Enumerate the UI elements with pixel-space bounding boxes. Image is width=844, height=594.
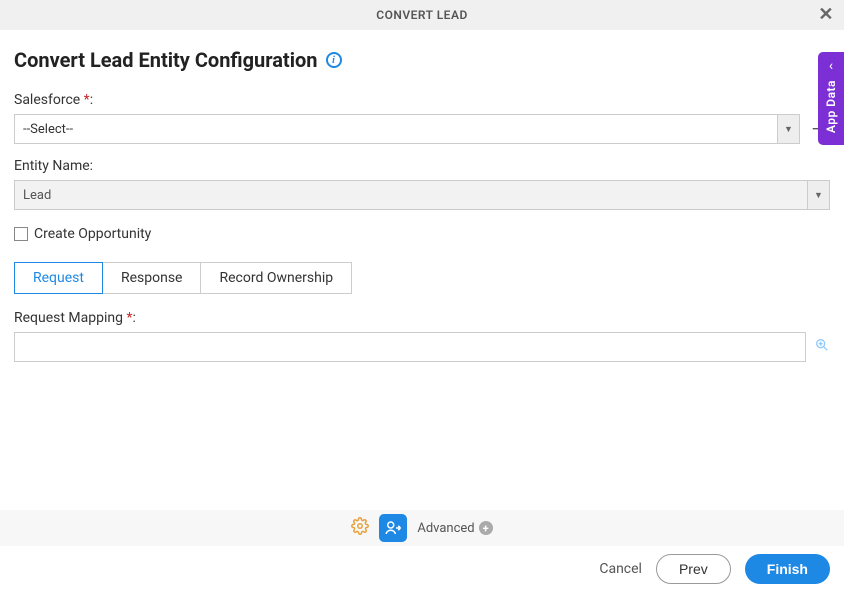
- app-data-label: App Data: [824, 80, 838, 133]
- gear-icon[interactable]: [351, 517, 369, 539]
- footer-toolbar: Advanced +: [0, 510, 844, 546]
- info-icon[interactable]: i: [326, 52, 342, 68]
- tab-record-ownership[interactable]: Record Ownership: [200, 262, 352, 294]
- create-opportunity-checkbox[interactable]: [14, 227, 28, 241]
- salesforce-select-value: --Select--: [15, 122, 777, 137]
- page-title-text: Convert Lead Entity Configuration: [14, 48, 318, 72]
- zoom-icon[interactable]: [814, 337, 830, 357]
- request-mapping-field: Request Mapping *:: [14, 310, 830, 362]
- bottom-buttons: Cancel Prev Finish: [599, 554, 830, 584]
- entity-name-select[interactable]: Lead ▼: [14, 180, 830, 210]
- app-data-panel-toggle[interactable]: ‹ App Data: [818, 52, 844, 145]
- chevron-left-icon: ‹: [829, 58, 833, 74]
- salesforce-select[interactable]: --Select-- ▼: [14, 114, 800, 144]
- page-title: Convert Lead Entity Configuration i: [14, 48, 830, 72]
- plus-circle-icon: +: [479, 521, 493, 535]
- dialog-header: CONVERT LEAD ✕: [0, 0, 844, 30]
- dialog-title: CONVERT LEAD: [376, 8, 468, 22]
- finish-button[interactable]: Finish: [745, 554, 830, 584]
- salesforce-label: Salesforce *:: [14, 92, 830, 108]
- create-opportunity-label: Create Opportunity: [34, 226, 151, 242]
- tab-request[interactable]: Request: [14, 262, 103, 294]
- salesforce-field: Salesforce *: --Select-- ▼ ＋: [14, 92, 830, 144]
- entity-name-field: Entity Name: Lead ▼: [14, 158, 830, 210]
- advanced-label-text: Advanced: [417, 521, 474, 536]
- user-back-button[interactable]: [379, 514, 407, 542]
- entity-name-label: Entity Name:: [14, 158, 830, 174]
- chevron-down-icon: ▼: [777, 115, 799, 143]
- cancel-button[interactable]: Cancel: [599, 561, 642, 577]
- chevron-down-icon: ▼: [807, 181, 829, 209]
- close-icon[interactable]: ✕: [818, 6, 834, 24]
- advanced-toggle[interactable]: Advanced +: [417, 521, 492, 536]
- tab-response[interactable]: Response: [102, 262, 202, 294]
- tabs: Request Response Record Ownership: [14, 262, 830, 294]
- request-mapping-input[interactable]: [14, 332, 806, 362]
- request-mapping-label: Request Mapping *:: [14, 310, 830, 326]
- prev-button[interactable]: Prev: [656, 554, 731, 584]
- entity-name-select-value: Lead: [15, 188, 807, 203]
- create-opportunity-row: Create Opportunity: [14, 226, 830, 242]
